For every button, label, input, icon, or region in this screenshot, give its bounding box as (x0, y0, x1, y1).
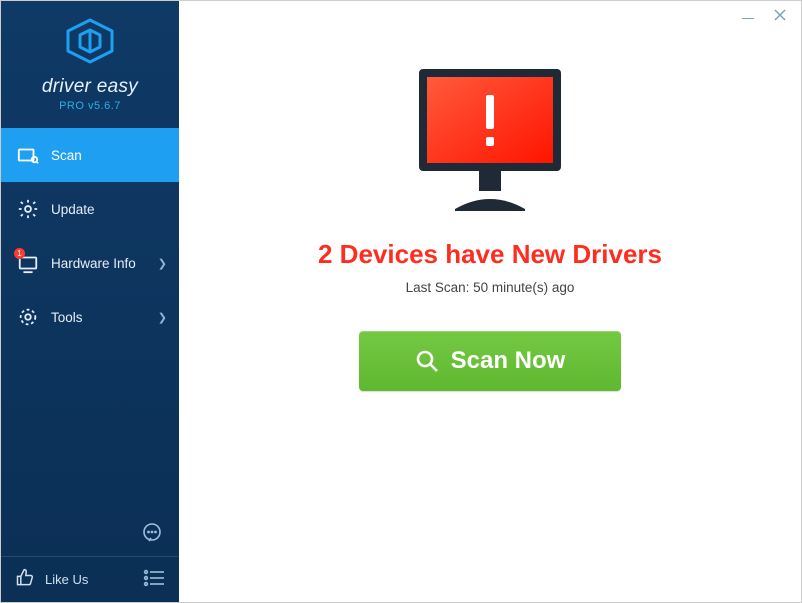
app-name: driver easy (1, 76, 179, 98)
nav-item-update[interactable]: Update (1, 182, 179, 236)
alert-monitor-icon (405, 61, 575, 221)
nav-item-hardware-info[interactable]: 1 Hardware Info ❯ (1, 236, 179, 290)
speech-bubble-icon (140, 521, 164, 545)
tools-icon (17, 306, 39, 328)
nav: Scan Update 1 (1, 128, 179, 344)
sidebar: driver easy PRO v5.6.7 Scan (1, 1, 179, 602)
nav-item-scan[interactable]: Scan (1, 128, 179, 182)
scan-now-label: Scan Now (451, 347, 566, 375)
magnifier-icon (415, 349, 439, 373)
nav-label: Hardware Info (51, 256, 136, 271)
brand-block: driver easy PRO v5.6.7 (1, 1, 179, 120)
app-version: PRO v5.6.7 (1, 100, 179, 112)
hardware-badge: 1 (14, 248, 25, 259)
app-window: driver easy PRO v5.6.7 Scan (0, 0, 802, 603)
nav-label: Tools (51, 310, 83, 325)
like-us-button[interactable]: Like Us (45, 572, 88, 587)
list-icon (143, 569, 165, 587)
gear-icon (17, 198, 39, 220)
status-headline: 2 Devices have New Drivers (318, 239, 662, 270)
menu-button[interactable] (143, 569, 165, 590)
main-panel: 2 Devices have New Drivers Last Scan: 50… (179, 1, 801, 602)
feedback-button[interactable] (139, 520, 165, 546)
close-icon (774, 9, 786, 21)
chevron-right-icon: ❯ (158, 257, 167, 270)
minimize-icon (742, 18, 754, 19)
chevron-right-icon: ❯ (158, 311, 167, 324)
close-button[interactable] (773, 8, 787, 22)
titlebar (741, 1, 801, 29)
nav-label: Scan (51, 148, 82, 163)
nav-item-tools[interactable]: Tools ❯ (1, 290, 179, 344)
sidebar-bottom: Like Us (1, 556, 179, 602)
minimize-button[interactable] (741, 8, 755, 22)
thumbs-up-icon (15, 568, 35, 591)
scan-now-button[interactable]: Scan Now (359, 331, 621, 391)
nav-label: Update (51, 202, 95, 217)
app-logo-icon (1, 17, 179, 70)
scan-icon (17, 144, 39, 166)
last-scan-text: Last Scan: 50 minute(s) ago (406, 280, 575, 295)
